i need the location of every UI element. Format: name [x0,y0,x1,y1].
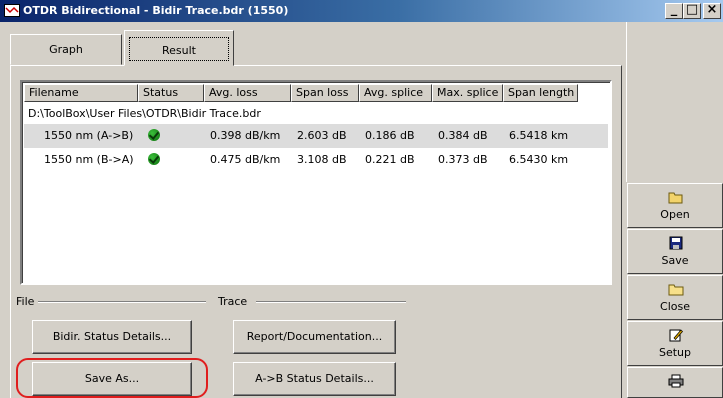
open-label: Open [660,208,690,221]
ab-status-details-button[interactable]: A->B Status Details... [233,362,396,396]
column-filename[interactable]: Filename [24,84,138,102]
column-avg-splice[interactable]: Avg. splice [359,84,432,102]
report-documentation-button[interactable]: Report/Documentation... [233,320,396,354]
print-button[interactable] [627,367,723,398]
window-title: OTDR Bidirectional - Bidir Trace.bdr (15… [23,4,289,17]
folder-icon [668,284,684,296]
open-button[interactable]: Open [627,183,723,228]
printer-icon [668,374,684,388]
column-status[interactable]: Status [138,84,204,102]
trace-group-label: Trace [218,295,252,308]
close-button[interactable]: Close [627,275,723,320]
column-max-splice[interactable]: Max. splice [432,84,503,102]
close-label: Close [660,300,690,313]
cell-max-splice: 0.373 dB [438,153,488,166]
trace-group-divider [256,301,406,303]
table-row[interactable]: 1550 nm (A->B) 0.398 dB/km 2.603 dB 0.18… [24,124,608,148]
setup-label: Setup [658,346,692,359]
floppy-disk-icon [669,236,683,250]
column-avg-loss[interactable]: Avg. loss [204,84,291,102]
save-button[interactable]: Save [627,229,723,274]
file-group-label: File [16,295,39,308]
cell-span-loss: 2.603 dB [297,129,347,142]
table-header: Filename Status Avg. loss Span loss Avg.… [24,84,578,102]
otdr-window: OTDR Bidirectional - Bidir Trace.bdr (15… [0,0,723,398]
focus-rectangle [129,37,229,61]
tab-graph[interactable]: Graph [10,34,122,65]
save-label: Save [661,254,689,267]
highlight-ring [16,358,208,398]
cell-span-length: 6.5418 km [509,129,569,142]
file-path-row[interactable]: D:\ToolBox\User Files\OTDR\Bidir Trace.b… [24,104,608,124]
cell-filename: 1550 nm (B->A) [44,153,134,166]
cell-status [138,148,204,172]
results-table[interactable]: Filename Status Avg. loss Span loss Avg.… [20,80,612,285]
sidebar-blank-area [626,22,723,182]
cell-span-loss: 3.108 dB [297,153,347,166]
cell-filename: 1550 nm (A->B) [44,129,134,142]
maximize-button[interactable]: □ [683,3,701,19]
cell-avg-splice: 0.186 dB [365,129,415,142]
pass-icon [148,129,160,141]
cell-max-splice: 0.384 dB [438,129,488,142]
cell-avg-loss: 0.398 dB/km [210,129,281,142]
cell-avg-splice: 0.221 dB [365,153,415,166]
close-window-button[interactable]: × [703,3,721,19]
cell-status [138,124,204,148]
pass-icon [148,153,160,165]
table-row[interactable]: 1550 nm (B->A) 0.475 dB/km 3.108 dB 0.22… [24,148,608,172]
open-folder-icon [668,192,683,204]
column-span-loss[interactable]: Span loss [291,84,359,102]
title-bar[interactable]: OTDR Bidirectional - Bidir Trace.bdr (15… [0,0,723,22]
otdr-app-icon [4,4,20,17]
setup-button[interactable]: Setup [627,321,723,366]
edit-pencil-icon [669,329,683,342]
column-span-length[interactable]: Span length [503,84,578,102]
bidir-status-details-button[interactable]: Bidir. Status Details... [32,320,192,354]
cell-avg-loss: 0.475 dB/km [210,153,281,166]
minimize-button[interactable]: _ [665,3,683,19]
file-group-divider [36,301,206,303]
tab-result[interactable]: Result [124,30,234,66]
cell-span-length: 6.5430 km [509,153,569,166]
